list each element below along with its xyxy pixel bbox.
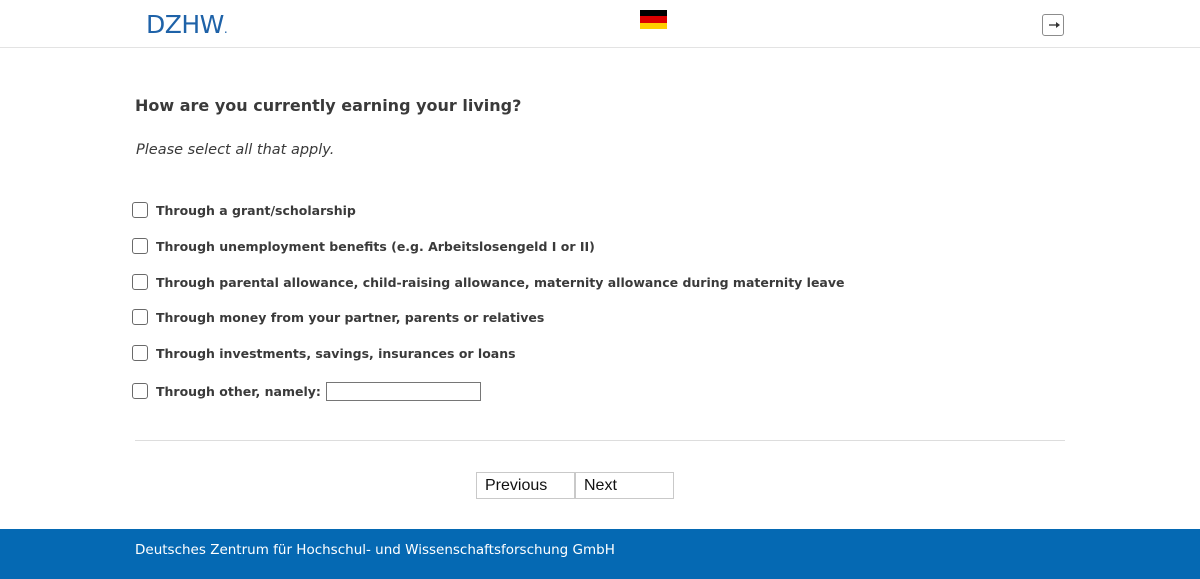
option-label: Through investments, savings, insurances… xyxy=(156,345,516,361)
checkbox[interactable] xyxy=(132,238,148,254)
checkbox[interactable] xyxy=(132,383,148,399)
german-flag-icon[interactable] xyxy=(640,10,667,29)
page-header: DZHW. xyxy=(0,0,1200,48)
page-footer: Deutsches Zentrum für Hochschul- und Wis… xyxy=(0,529,1200,579)
question-instruction: Please select all that apply. xyxy=(136,142,335,158)
option-label: Through a grant/scholarship xyxy=(156,202,356,218)
option-grant-scholarship[interactable]: Through a grant/scholarship xyxy=(132,200,356,220)
logout-icon xyxy=(1049,22,1060,28)
checkbox[interactable] xyxy=(132,309,148,325)
other-text-input[interactable] xyxy=(325,381,481,401)
divider xyxy=(135,440,1065,441)
option-label: Through parental allowance, child-raisin… xyxy=(156,274,845,290)
checkbox[interactable] xyxy=(132,345,148,361)
option-label: Through unemployment benefits (e.g. Arbe… xyxy=(156,238,595,254)
checkbox[interactable] xyxy=(132,202,148,218)
option-partner-parents-money[interactable]: Through money from your partner, parents… xyxy=(132,307,544,327)
option-parental-allowance[interactable]: Through parental allowance, child-raisin… xyxy=(132,272,845,292)
flag-stripe-gold xyxy=(640,22,667,29)
option-label: Through other, namely: xyxy=(156,383,321,399)
logo-dot: . xyxy=(223,22,228,36)
option-other[interactable]: Through other, namely: xyxy=(132,381,481,401)
logo-text: DZHW xyxy=(146,10,224,39)
question-title: How are you currently earning your livin… xyxy=(135,96,522,115)
option-investments-savings[interactable]: Through investments, savings, insurances… xyxy=(132,343,516,363)
option-unemployment-benefits[interactable]: Through unemployment benefits (e.g. Arbe… xyxy=(132,236,595,256)
previous-button[interactable]: Previous xyxy=(476,472,575,499)
checkbox[interactable] xyxy=(132,274,148,290)
logout-button[interactable] xyxy=(1042,14,1064,36)
next-button[interactable]: Next xyxy=(575,472,674,499)
option-label: Through money from your partner, parents… xyxy=(156,309,545,325)
dzhw-logo: DZHW. xyxy=(146,10,228,44)
footer-text: Deutsches Zentrum für Hochschul- und Wis… xyxy=(135,542,615,558)
